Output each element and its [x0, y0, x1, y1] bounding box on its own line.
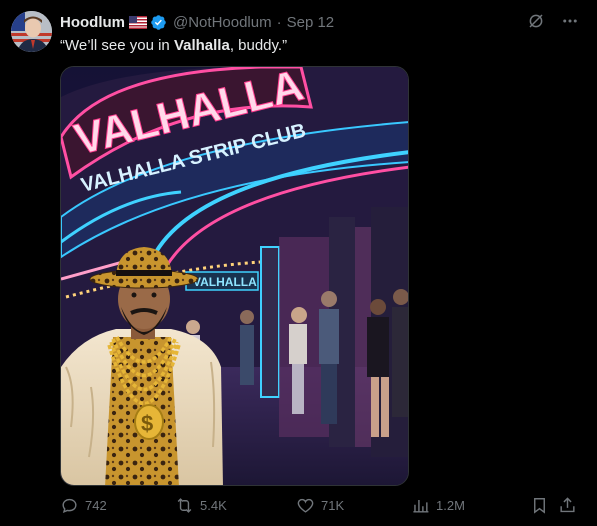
reply-icon [62, 498, 77, 514]
author-name[interactable]: Hoodlum [60, 14, 125, 31]
reply-count: 742 [85, 498, 107, 513]
reply-button[interactable]: 742 [60, 496, 107, 515]
tweet-date[interactable]: Sep 12 [287, 14, 335, 31]
us-flag-icon [129, 15, 147, 29]
separator-dot: · [276, 13, 282, 31]
repost-count: 5.4K [200, 498, 227, 513]
share-icon [560, 497, 575, 513]
tweet-text-start: “We’ll see you in [60, 37, 174, 54]
share-button[interactable] [558, 496, 577, 515]
tweet-top-actions [527, 12, 579, 30]
bookmark-icon [534, 498, 545, 514]
tweet-image[interactable]: VALHALLA VALHALLA STRIP CLUB VALHALLA $ [60, 66, 409, 486]
views-count: 1.2M [436, 498, 465, 513]
heart-icon [297, 498, 314, 513]
tweet-header: Hoodlum @NotHoodlum · Sep 12 [60, 12, 334, 32]
repost-icon [177, 498, 192, 513]
views-chart-icon [413, 499, 429, 513]
verified-badge-icon [150, 14, 167, 31]
grok-icon[interactable] [527, 12, 545, 30]
tweet-text-end: , buddy.” [229, 37, 288, 54]
tweet-actions: 742 5.4K 71K 1.2M [60, 496, 580, 520]
chain-pendant-symbol: $ [141, 411, 153, 436]
more-options-icon[interactable] [561, 12, 579, 30]
tweet-text: “We’ll see you in Valhalla, buddy.” [60, 37, 287, 54]
sign-small-text: VALHALLA [193, 275, 257, 289]
tweet-text-bold: Valhalla [173, 37, 230, 54]
views-button[interactable]: 1.2M [411, 496, 465, 515]
repost-button[interactable]: 5.4K [175, 496, 227, 515]
bookmark-button[interactable] [530, 496, 549, 515]
like-count: 71K [321, 498, 345, 513]
avatar[interactable] [11, 11, 52, 52]
author-handle[interactable]: @NotHoodlum [173, 14, 272, 31]
like-button[interactable]: 71K [296, 496, 344, 515]
tweet[interactable]: Hoodlum @NotHoodlum · Sep 12 “We’ll see … [0, 0, 597, 526]
